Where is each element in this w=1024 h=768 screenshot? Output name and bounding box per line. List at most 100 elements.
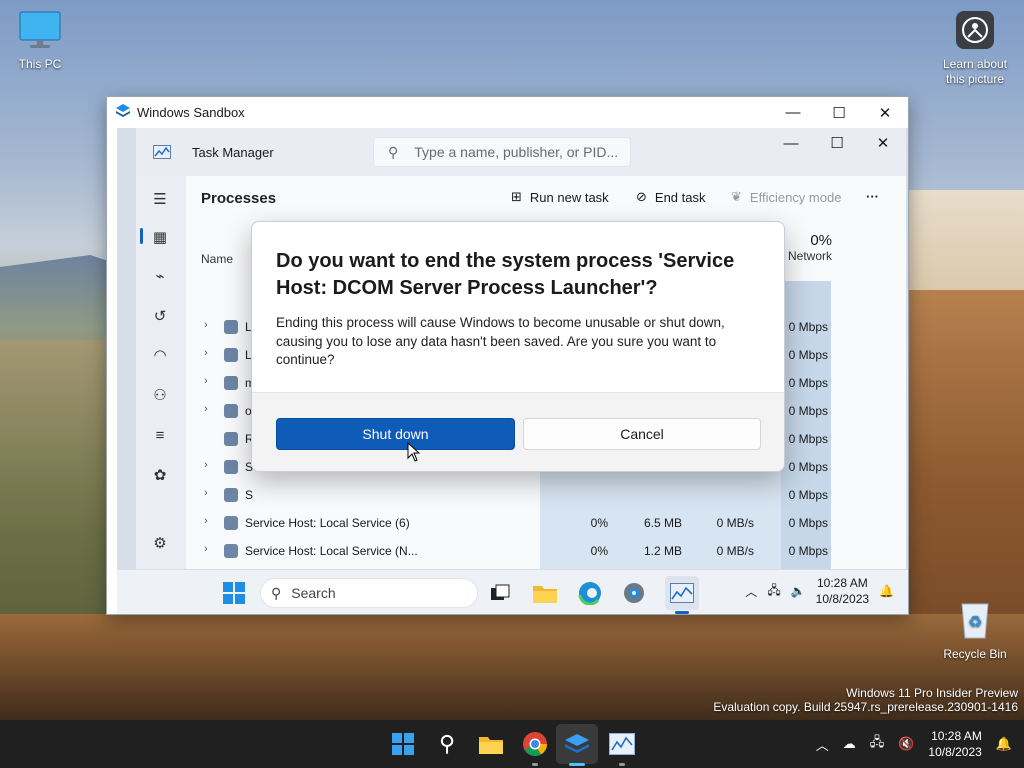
task-manager-nav: ☰ ▦ ⌁ ↺ ◠ ⚇ ≡ ✿ ⚙ [136, 176, 186, 569]
nav-startup-apps-icon[interactable]: ◠ [149, 344, 171, 366]
sb-clock[interactable]: 10:28 AM 10/8/2023 [816, 575, 869, 607]
host-taskbar: ⚲ ︿ ☁ 🖧 🔇 10:28 AM 10/8/2023 🔔 [0, 720, 1024, 768]
process-network: 0 Mbps [788, 488, 828, 502]
efficiency-mode-button[interactable]: ❦ Efficiency mode [731, 189, 841, 205]
search-icon[interactable]: ⚲ [433, 730, 461, 758]
process-search-input[interactable]: ⚲ Type a name, publisher, or PID... [373, 137, 631, 167]
tm-minimize-icon[interactable]: — [768, 128, 814, 158]
nav-app-history-icon[interactable]: ↺ [149, 305, 171, 327]
sb-taskbar-search[interactable]: ⚲ Search [260, 578, 478, 608]
process-icon [224, 376, 238, 390]
run-new-task-button[interactable]: ⊞ Run new task [511, 189, 609, 205]
task-manager-taskbar-icon[interactable] [608, 730, 636, 758]
evaluation-watermark: Windows 11 Pro Insider Preview Evaluatio… [713, 686, 1018, 714]
process-row[interactable]: › S 0 Mbps [186, 481, 906, 509]
process-icon [224, 460, 238, 474]
expand-chevron-icon[interactable]: › [204, 403, 208, 415]
process-search-placeholder: Type a name, publisher, or PID... [414, 144, 619, 160]
process-name: Service Host: Local Service (N... [245, 544, 418, 558]
end-process-dialog[interactable]: Do you want to end the system process 'S… [251, 221, 785, 472]
sandbox-close-icon[interactable]: ✕ [862, 97, 908, 128]
monitor-icon [0, 10, 80, 53]
hamburger-menu-icon[interactable]: ☰ [149, 188, 171, 210]
notification-bell-icon[interactable]: 🔔 [996, 736, 1012, 752]
sandbox-taskbar-icon[interactable] [563, 730, 591, 758]
task-manager-titlebar[interactable]: Task Manager ⚲ Type a name, publisher, o… [136, 128, 906, 176]
more-options-icon[interactable]: ··· [866, 189, 879, 204]
camera-icon [935, 10, 1015, 53]
process-icon [224, 432, 238, 446]
nav-details-icon[interactable]: ≡ [149, 424, 171, 446]
end-task-button[interactable]: ⊘ End task [636, 189, 706, 205]
process-icon [224, 544, 238, 558]
task-manager-app-icon [153, 145, 171, 162]
end-task-icon: ⊘ [636, 189, 647, 204]
chrome-icon[interactable] [521, 730, 549, 758]
nav-users-icon[interactable]: ⚇ [149, 384, 171, 406]
sb-start-button[interactable] [221, 580, 247, 606]
file-explorer-icon[interactable] [477, 730, 505, 758]
expand-chevron-icon[interactable]: › [204, 515, 208, 527]
nav-settings-gear-icon[interactable]: ⚙ [149, 532, 171, 554]
sb-file-explorer-icon[interactable] [532, 580, 558, 606]
expand-chevron-icon[interactable]: › [204, 319, 208, 331]
expand-chevron-icon[interactable]: › [204, 487, 208, 499]
search-icon: ⚲ [388, 143, 399, 160]
tm-maximize-icon[interactable]: ☐ [814, 128, 860, 158]
sb-active-indicator [675, 611, 689, 614]
nav-performance-icon[interactable]: ⌁ [149, 265, 171, 287]
process-row[interactable]: › Service Host: Local Service (6) 0% 6.5 MB… [186, 509, 906, 537]
nav-selection-indicator [140, 228, 143, 244]
process-icon [224, 488, 238, 502]
process-icon [224, 320, 238, 334]
expand-chevron-icon[interactable]: › [204, 375, 208, 387]
sandbox-maximize-icon[interactable]: ☐ [816, 97, 862, 128]
network-icon[interactable]: 🖧 [870, 733, 885, 755]
process-cpu: 0% [590, 544, 608, 558]
run-new-task-label: Run new task [529, 189, 609, 205]
end-task-label: End task [654, 189, 706, 205]
process-network: 0 Mbps [788, 516, 828, 530]
sb-notification-bell-icon[interactable]: 🔔 [879, 584, 894, 598]
host-clock[interactable]: 10:28 AM 10/8/2023 [928, 728, 981, 760]
watermark-build: Evaluation copy. Build 25947.rs_prerelea… [713, 700, 1018, 714]
task-manager-running-indicator [619, 763, 625, 766]
expand-chevron-icon[interactable]: › [204, 543, 208, 555]
expand-chevron-icon[interactable]: › [204, 459, 208, 471]
wallpaper-town [904, 190, 1024, 300]
cancel-button[interactable]: Cancel [523, 418, 761, 450]
sb-task-view-icon[interactable] [487, 580, 513, 606]
column-header-name[interactable]: Name [201, 252, 233, 266]
nav-services-icon[interactable]: ✿ [149, 464, 171, 486]
recycle-bin-shortcut[interactable]: ♻ Recycle Bin [935, 598, 1015, 661]
process-row[interactable]: › Service Host: Local Service (N... 0% 1.2 … [186, 537, 906, 565]
this-pc-shortcut[interactable]: This PC [0, 10, 80, 71]
sb-task-manager-taskbar-icon[interactable] [665, 576, 699, 610]
sb-settings-icon[interactable] [621, 580, 647, 606]
learn-about-picture-shortcut[interactable]: Learn about this picture [935, 10, 1015, 87]
processes-toolbar: Processes ⊞ Run new task ⊘ End task ❦ Ef… [186, 176, 906, 220]
sb-edge-icon[interactable] [577, 580, 603, 606]
nav-processes-icon[interactable]: ▦ [149, 226, 171, 248]
mouse-pointer-icon [407, 441, 421, 465]
recycle-bin-icon: ♻ [935, 598, 1015, 643]
search-icon: ⚲ [271, 584, 282, 601]
volume-muted-icon[interactable]: 🔇 [898, 736, 914, 752]
host-time: 10:28 AM [931, 729, 982, 743]
sb-time: 10:28 AM [817, 576, 868, 590]
sb-chevron-up-icon[interactable]: ︿ [745, 583, 757, 600]
sandbox-minimize-icon[interactable]: — [770, 97, 816, 128]
tm-close-icon[interactable]: ✕ [860, 128, 906, 158]
start-button[interactable] [389, 730, 417, 758]
onedrive-cloud-icon[interactable]: ☁ [843, 736, 856, 752]
expand-chevron-icon[interactable]: › [204, 347, 208, 359]
process-icon [224, 516, 238, 530]
sb-volume-icon[interactable]: 🔈 [791, 584, 806, 598]
chevron-up-icon[interactable]: ︿ [816, 735, 829, 754]
process-icon [224, 348, 238, 362]
process-name: Service Host: Local Service (6) [245, 516, 410, 530]
column-header-network[interactable]: 0% Network [780, 232, 832, 263]
sb-network-icon[interactable]: 🖧 [767, 581, 780, 602]
shut-down-button[interactable]: Shut down [276, 418, 515, 450]
process-memory: 1.2 MB [643, 544, 682, 558]
